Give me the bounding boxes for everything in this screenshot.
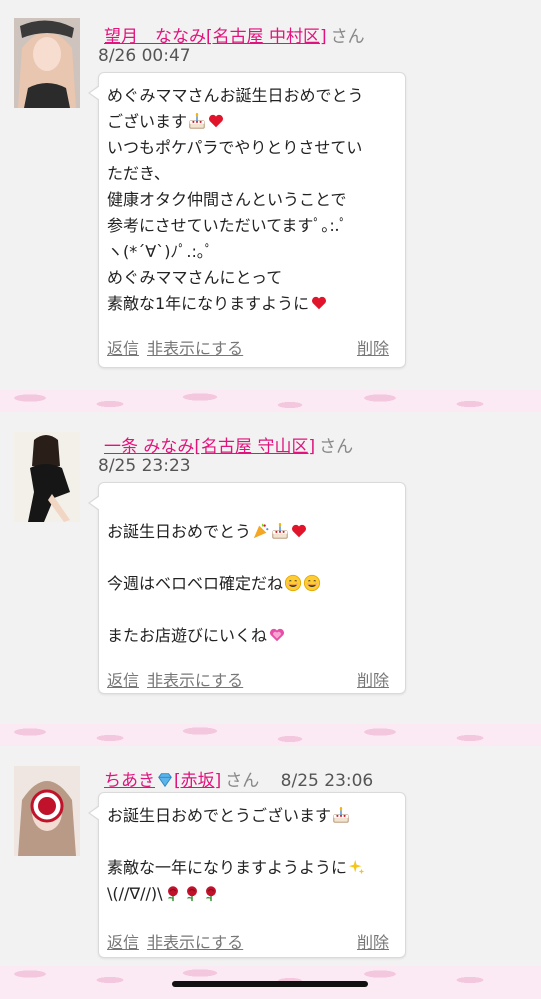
- rose-icon: [183, 884, 201, 902]
- message-body: めぐみママさんお誕生日おめでとう ございます いつもポケパラでやりとりさせてい …: [107, 83, 397, 317]
- delete-link[interactable]: 削除: [357, 335, 389, 359]
- poster-name-row: 望月 ななみ[名古屋 中村区] さん: [104, 22, 365, 47]
- cake-icon: [188, 112, 206, 130]
- message-line: [107, 829, 397, 855]
- message-line: 素敵な1年になりますように: [107, 291, 397, 317]
- heart-icon: [207, 112, 225, 130]
- message-line: 素敵な一年になりますようように: [107, 855, 397, 881]
- comment-entry: 望月 ななみ[名古屋 中村区] さん 8/26 00:47 めぐみママさんお誕生日…: [0, 0, 541, 390]
- action-row: 返信 非表示にする 削除: [107, 929, 389, 953]
- message-line: \(//∇//)\: [107, 881, 397, 907]
- message-line: 健康オタク仲間さんということで: [107, 190, 347, 209]
- message-line: ヽ(*´∀`)ﾉﾟ.:｡ﾟ: [107, 242, 213, 261]
- action-row: 返信 非表示にする 削除: [107, 667, 389, 691]
- post-date: 8/26 00:47: [98, 46, 191, 66]
- message-line: 参考にさせていただいてますﾟ｡:.ﾟ: [107, 216, 348, 235]
- home-indicator[interactable]: [172, 981, 368, 987]
- reply-link[interactable]: 返信: [107, 933, 139, 952]
- cake-icon: [332, 806, 350, 824]
- message-line: またお店遊びにいくね: [107, 623, 397, 649]
- rose-icon: [164, 884, 182, 902]
- message-line: めぐみママさんにとって: [107, 268, 283, 287]
- party-popper-icon: [252, 522, 270, 540]
- avatar[interactable]: [14, 766, 80, 856]
- heart-icon: [290, 522, 308, 540]
- honorific: さん: [330, 27, 365, 47]
- post-date: 8/25 23:06: [280, 771, 374, 791]
- hide-link[interactable]: 非表示にする: [147, 933, 243, 952]
- poster-name-link[interactable]: 一条 みなみ[名古屋 守山区]: [104, 437, 315, 457]
- message-bubble: お誕生日おめでとうございます 素敵な一年になりますようように \(//∇//)\…: [88, 792, 406, 958]
- comment-entry: ちあき [赤坂] さん 8/25 23:06 お誕生日おめでとうございます 素敵な一…: [0, 746, 541, 966]
- message-bubble: お誕生日おめでとう 今週はベロベロ確定だね またお店遊びにいくね 返信 非表示にす…: [88, 482, 406, 694]
- reply-link[interactable]: 返信: [107, 339, 139, 358]
- honorific: さん: [319, 437, 354, 457]
- message-body: お誕生日おめでとう 今週はベロベロ確定だね またお店遊びにいくね: [107, 519, 397, 649]
- avatar[interactable]: [14, 432, 80, 522]
- delete-link[interactable]: 削除: [357, 667, 389, 691]
- poster-name-link[interactable]: 望月 ななみ[名古屋 中村区]: [104, 27, 327, 47]
- poster-name-row: ちあき [赤坂] さん 8/25 23:06: [104, 766, 373, 791]
- avatar[interactable]: [14, 18, 80, 108]
- hide-link[interactable]: 非表示にする: [147, 339, 243, 358]
- diamond-icon: [156, 771, 174, 789]
- message-line: ただき、: [107, 164, 170, 183]
- message-line: お誕生日おめでとう: [107, 519, 397, 545]
- pink-heart-icon: [268, 626, 286, 644]
- message-bubble: めぐみママさんお誕生日おめでとう ございます いつもポケパラでやりとりさせてい …: [88, 72, 406, 368]
- message-body: お誕生日おめでとうございます 素敵な一年になりますようように \(//∇//)\: [107, 803, 397, 907]
- delete-link[interactable]: 削除: [357, 929, 389, 953]
- poster-name-link[interactable]: ちあき [赤坂]: [104, 771, 221, 791]
- heart-icon: [310, 294, 328, 312]
- message-line: いつもポケパラでやりとりさせてい: [107, 138, 363, 157]
- message-line: [107, 597, 397, 623]
- rose-icon: [202, 884, 220, 902]
- avatar-photo: [14, 766, 80, 856]
- hide-link[interactable]: 非表示にする: [147, 671, 243, 690]
- pattern-divider: [0, 390, 541, 412]
- message-line: ございます: [107, 109, 397, 135]
- message-line: 今週はベロベロ確定だね: [107, 571, 397, 597]
- smile-icon: [284, 574, 302, 592]
- message-line: お誕生日おめでとうございます: [107, 803, 397, 829]
- honorific: さん: [225, 771, 260, 791]
- avatar-photo: [14, 432, 80, 522]
- avatar-photo: [14, 18, 80, 108]
- message-line: めぐみママさんお誕生日おめでとう: [107, 86, 364, 105]
- pattern-divider: [0, 724, 541, 746]
- reply-link[interactable]: 返信: [107, 671, 139, 690]
- smile-icon: [303, 574, 321, 592]
- poster-name-row: 一条 みなみ[名古屋 守山区] さん: [104, 432, 353, 457]
- message-line: [107, 545, 397, 571]
- cake-icon: [271, 522, 289, 540]
- post-date: 8/25 23:23: [98, 456, 191, 476]
- sparkles-icon: [348, 858, 366, 876]
- action-row: 返信 非表示にする 削除: [107, 335, 389, 359]
- comment-entry: 一条 みなみ[名古屋 守山区] さん 8/25 23:23 お誕生日おめでとう 今…: [0, 412, 541, 724]
